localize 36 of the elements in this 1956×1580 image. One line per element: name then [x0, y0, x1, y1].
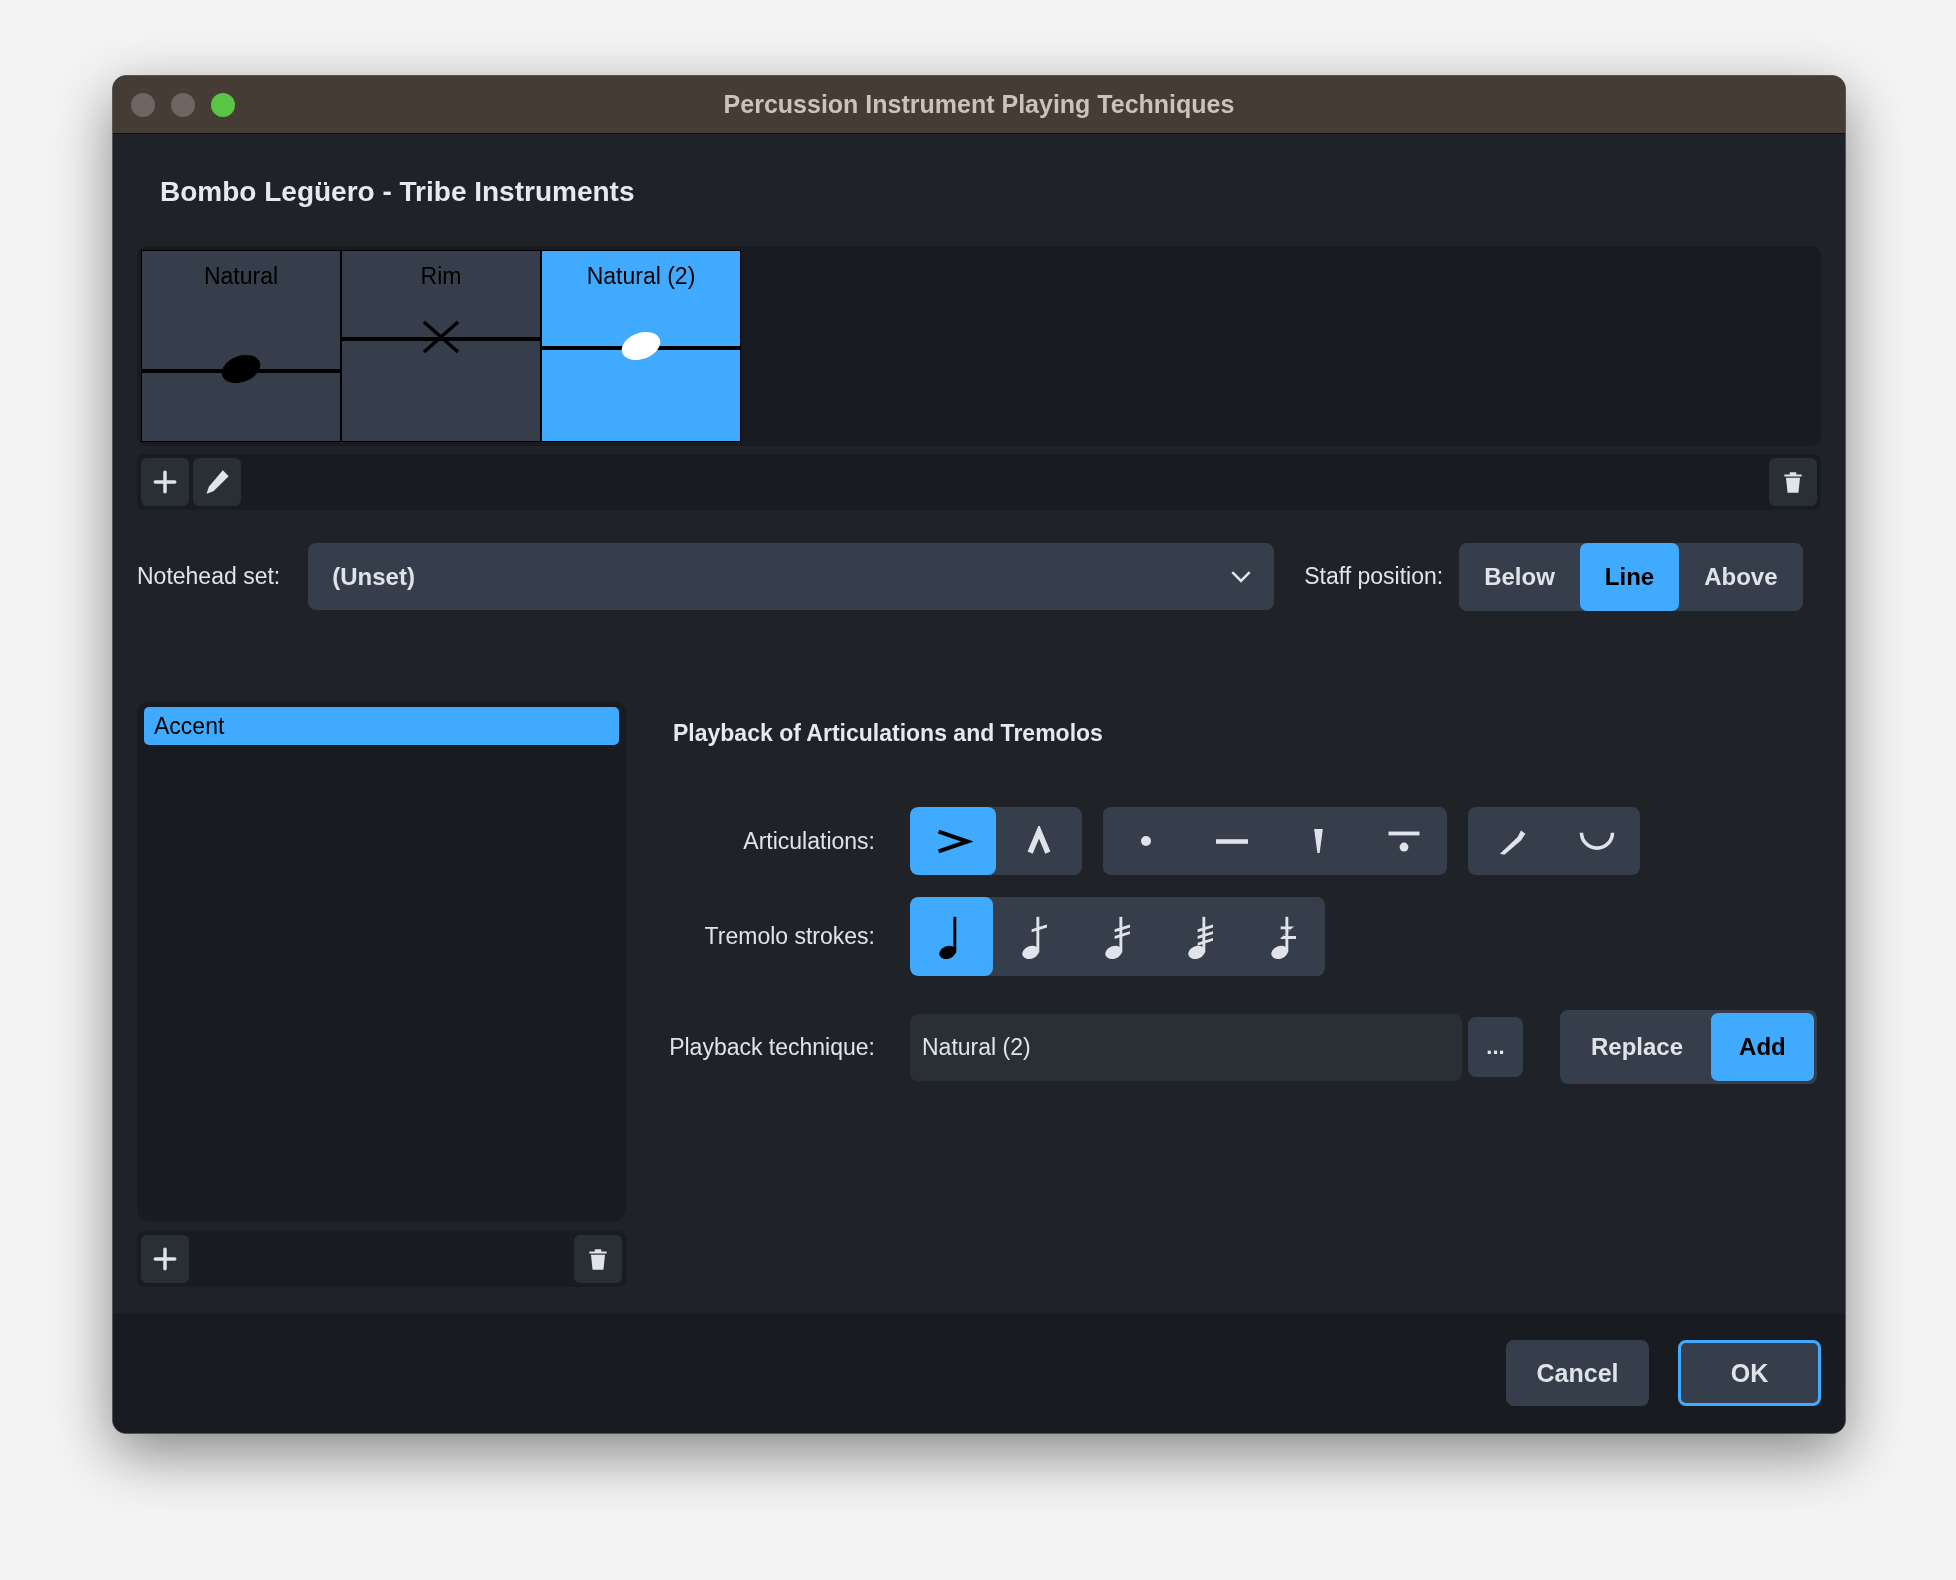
mode-option[interactable]: Add	[1711, 1013, 1814, 1081]
section-heading: Playback of Articulations and Tremolos	[672, 719, 1104, 748]
tremolo-strokes-label: Tremolo strokes:	[703, 923, 875, 950]
articulation-button[interactable]	[910, 807, 996, 875]
add-button[interactable]	[141, 1235, 189, 1283]
staff-position-option[interactable]: Above	[1679, 542, 1803, 611]
delete-button[interactable]	[574, 1235, 622, 1283]
playback-technique-label: Playback technique:	[668, 1033, 875, 1061]
chevron-down-icon	[1230, 570, 1253, 583]
notehead-set-label: Notehead set:	[137, 563, 281, 590]
plus-icon	[152, 1246, 178, 1272]
edit-button[interactable]	[193, 458, 241, 506]
staccato-icon	[1141, 836, 1151, 846]
instrument-heading: Bombo Legüero - Tribe Instruments	[159, 175, 636, 209]
articulations-label: Articulations:	[742, 827, 875, 855]
list-item[interactable]: Accent	[144, 707, 619, 745]
ok-button[interactable]: OK	[1678, 1340, 1821, 1406]
notehead-icon	[619, 329, 663, 363]
staff-position-option[interactable]: Below	[1459, 542, 1580, 611]
add-button[interactable]	[141, 458, 189, 506]
staff-position-option[interactable]: Line	[1579, 542, 1680, 611]
more-button[interactable]: ...	[1468, 1017, 1523, 1077]
mode-option[interactable]: Replace	[1563, 1013, 1712, 1081]
tenuto-icon	[1216, 838, 1248, 844]
cancel-button[interactable]: Cancel	[1506, 1340, 1649, 1406]
tremolo-button[interactable]	[910, 897, 993, 976]
staff-position-label: Staff position:	[1304, 563, 1444, 590]
plus-icon	[152, 469, 178, 495]
staccatissimo-icon	[1313, 829, 1323, 853]
delete-button[interactable]	[1769, 458, 1817, 506]
cross-notehead-icon	[421, 319, 461, 354]
window-title: Percussion Instrument Playing Techniques	[723, 90, 1235, 119]
technique-tile[interactable]: Natural (2)	[541, 250, 741, 442]
playback-technique-field[interactable]: Natural (2)	[910, 1013, 1462, 1081]
zoom-button[interactable]	[211, 92, 235, 117]
notehead-set-dropdown[interactable]: (Unset)	[308, 543, 1275, 610]
